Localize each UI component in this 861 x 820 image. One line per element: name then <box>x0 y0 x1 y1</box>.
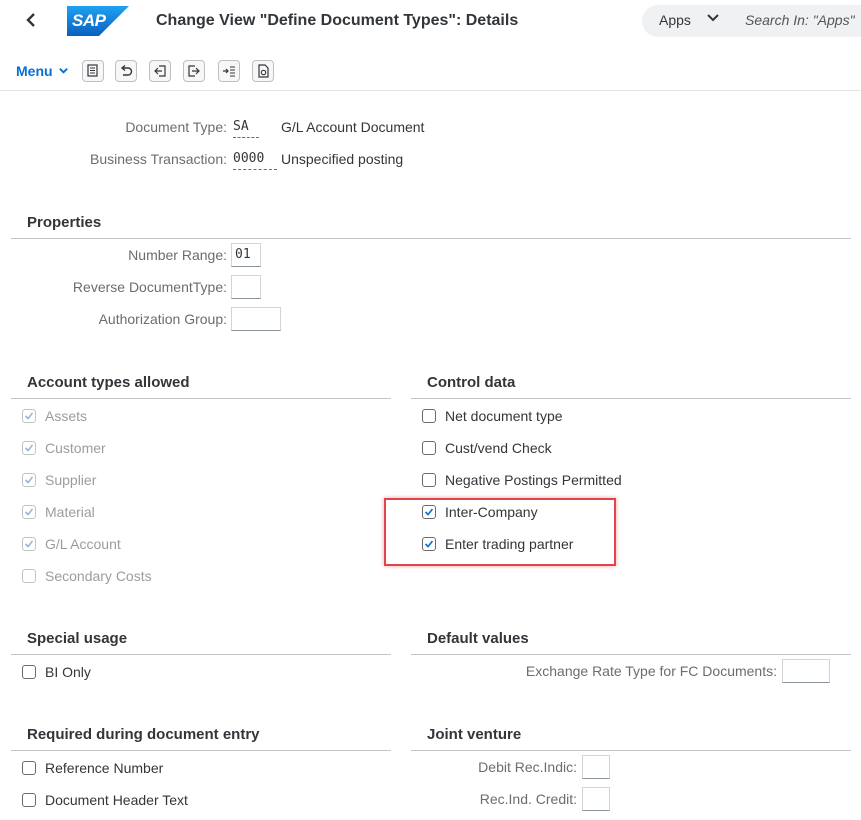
apps-dropdown-label[interactable]: Apps <box>659 12 691 28</box>
document-type-label: Document Type: <box>125 119 227 135</box>
properties-divider <box>11 238 851 239</box>
checkbox[interactable] <box>22 793 36 807</box>
checkbox-label: Reference Number <box>45 760 164 776</box>
expand-icon <box>223 66 235 77</box>
checkbox-label: G/L Account <box>45 536 121 552</box>
copy-button[interactable] <box>82 60 104 82</box>
document-type-description: G/L Account Document <box>281 119 425 135</box>
required-entry-divider <box>11 750 391 751</box>
default-values-divider <box>411 654 851 655</box>
special-usage-divider <box>11 654 391 655</box>
checkbox[interactable] <box>22 665 36 679</box>
checkbox-row[interactable]: Net document type <box>422 408 563 424</box>
checkbox-row: Supplier <box>22 472 96 488</box>
checkbox-label: Cust/vend Check <box>445 440 552 456</box>
next-entry-button[interactable] <box>183 60 205 82</box>
checkbox <box>22 569 36 583</box>
number-range-label: Number Range: <box>128 247 227 263</box>
checkbox-row[interactable]: Reference Number <box>22 760 163 776</box>
document-type-value[interactable]: SA <box>233 119 259 138</box>
checkbox <box>22 473 36 487</box>
debit-rec-indicator-input[interactable] <box>582 755 610 779</box>
checkbox[interactable] <box>422 473 436 487</box>
search-input[interactable]: Search In: "Apps" <box>745 12 855 28</box>
number-range-input[interactable]: 01 <box>231 243 261 267</box>
checkmark-icon <box>24 508 34 516</box>
checkbox[interactable] <box>422 409 436 423</box>
details-button[interactable] <box>252 60 274 82</box>
checkbox-row[interactable]: BI Only <box>22 664 91 680</box>
chevron-down-icon <box>59 68 69 74</box>
required-entry-section-title: Required during document entry <box>27 726 260 743</box>
properties-section-title: Properties <box>27 214 102 231</box>
account-types-section-title: Account types allowed <box>27 374 190 391</box>
checkbox-row: Assets <box>22 408 87 424</box>
undo-icon <box>120 64 133 76</box>
previous-entry-icon <box>154 65 166 77</box>
control-data-divider <box>411 398 851 399</box>
business-transaction-description: Unspecified posting <box>281 151 404 167</box>
highlight-box <box>384 498 616 566</box>
checkbox <box>22 505 36 519</box>
expand-button[interactable] <box>218 60 240 82</box>
checkbox-row[interactable]: Document Header Text <box>22 792 188 808</box>
checkbox-label: Secondary Costs <box>45 568 152 584</box>
checkbox-label: Customer <box>45 440 106 456</box>
checkbox-row: Customer <box>22 440 106 456</box>
sap-logo-text: SAP <box>72 11 106 30</box>
credit-rec-indicator-label: Rec.Ind. Credit: <box>479 791 577 807</box>
business-transaction-value[interactable]: 0000 <box>233 151 277 170</box>
control-data-section-title: Control data <box>427 374 516 391</box>
joint-venture-divider <box>411 750 851 751</box>
checkbox-label: Document Header Text <box>45 792 188 808</box>
undo-button[interactable] <box>115 60 137 82</box>
checkbox-row[interactable]: Cust/vend Check <box>422 440 552 456</box>
checkbox-label: Net document type <box>445 408 563 424</box>
exchange-rate-type-label: Exchange Rate Type for FC Documents: <box>525 663 777 679</box>
reverse-document-type-label: Reverse DocumentType: <box>72 279 227 295</box>
checkmark-icon <box>24 540 34 548</box>
chevron-left-icon <box>26 13 35 27</box>
menu-label: Menu <box>16 63 53 79</box>
checkbox-label: BI Only <box>45 664 91 680</box>
chevron-down-icon[interactable] <box>706 10 720 27</box>
default-values-section-title: Default values <box>427 630 529 647</box>
reverse-document-type-input[interactable] <box>231 275 261 299</box>
checkbox-row: Secondary Costs <box>22 568 152 584</box>
page-title: Change View "Define Document Types": Det… <box>156 12 519 29</box>
menu-button[interactable]: Menu <box>16 63 69 79</box>
details-icon <box>258 64 269 78</box>
copy-icon <box>87 64 98 77</box>
checkbox <box>22 537 36 551</box>
checkmark-icon <box>24 476 34 484</box>
checkbox-row: G/L Account <box>22 536 121 552</box>
credit-rec-indicator-input[interactable] <box>582 787 610 811</box>
special-usage-section-title: Special usage <box>27 630 128 647</box>
previous-entry-button[interactable] <box>149 60 171 82</box>
debit-rec-indicator-label: Debit Rec.Indic: <box>478 759 577 775</box>
checkbox[interactable] <box>22 761 36 775</box>
checkbox <box>22 441 36 455</box>
checkmark-icon <box>24 412 34 420</box>
authorization-group-input[interactable] <box>231 307 281 331</box>
exchange-rate-type-input[interactable] <box>782 659 830 683</box>
checkbox-label: Negative Postings Permitted <box>445 472 622 488</box>
checkbox-label: Supplier <box>45 472 97 488</box>
checkbox-row[interactable]: Negative Postings Permitted <box>422 472 622 488</box>
checkbox-row: Material <box>22 504 95 520</box>
business-transaction-label: Business Transaction: <box>90 151 227 167</box>
joint-venture-section-title: Joint venture <box>427 726 522 743</box>
account-types-divider <box>11 398 391 399</box>
checkbox-label: Assets <box>45 408 88 424</box>
checkmark-icon <box>24 444 34 452</box>
checkbox-label: Material <box>45 504 95 520</box>
authorization-group-label: Authorization Group: <box>98 311 227 327</box>
checkbox <box>22 409 36 423</box>
sap-logo[interactable]: SAP <box>67 6 129 36</box>
back-button[interactable] <box>24 10 44 32</box>
checkbox[interactable] <box>422 441 436 455</box>
next-entry-icon <box>188 65 200 77</box>
